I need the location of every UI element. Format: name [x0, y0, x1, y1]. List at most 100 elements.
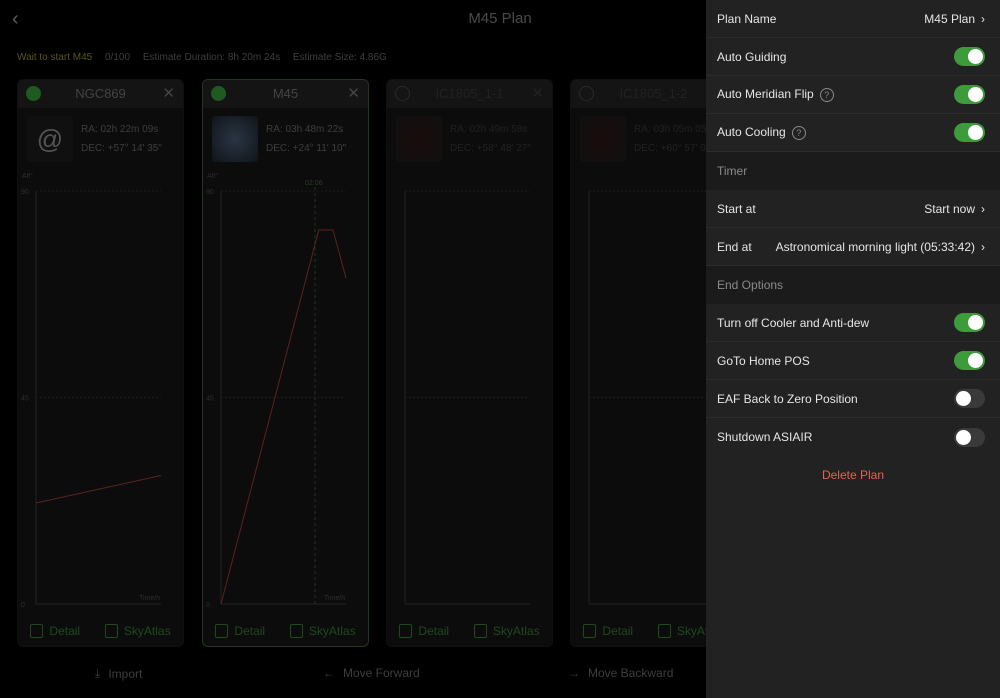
target-ra: RA: 03h 05m 05s — [634, 124, 712, 135]
auto-cooling-toggle[interactable] — [954, 123, 985, 142]
target-icon — [657, 624, 671, 638]
auto-cooling-label: Auto Cooling — [717, 125, 786, 139]
help-icon[interactable]: ? — [819, 88, 834, 102]
altitude-line — [220, 229, 347, 605]
eaf-zero-label: EAF Back to Zero Position — [717, 391, 858, 406]
auto-flip-label: Auto Meridian Flip — [717, 87, 814, 101]
detail-button[interactable]: Detail — [399, 624, 449, 638]
auto-flip-toggle[interactable] — [954, 85, 985, 104]
target-thumbnail — [580, 116, 626, 162]
target-name: IC1805_1-2 — [619, 86, 688, 101]
move-backward-button[interactable]: → Move Backward — [568, 666, 673, 680]
target-card[interactable]: NGC869 ✕ @ RA: 02h 22m 09s DEC: +57° 14′… — [17, 79, 184, 647]
x-axis-label: Time/h — [139, 595, 160, 602]
y-tick-label: 45 — [206, 396, 214, 403]
status-duration: Estimate Duration: 8h 20m 24s — [142, 52, 281, 63]
auto-cooling-row: Auto Cooling? — [706, 114, 1000, 152]
card-header: NGC869 ✕ — [18, 80, 183, 108]
checkbox-icon[interactable] — [395, 86, 410, 101]
skyatlas-label: SkyAtlas — [492, 624, 540, 638]
end-options-section: End Options — [706, 266, 1000, 304]
target-ra: RA: 02h 49m 58s — [450, 124, 528, 135]
skyatlas-button[interactable]: SkyAtlas — [289, 624, 356, 638]
detail-button[interactable]: Detail — [30, 624, 80, 638]
target-dec: DEC: +60° 57′ 0 — [634, 143, 706, 154]
cooler-off-row: Turn off Cooler and Anti-dew — [706, 304, 1000, 342]
target-icon — [104, 624, 118, 638]
detail-label: Detail — [49, 624, 81, 638]
goto-home-toggle[interactable] — [954, 351, 985, 370]
shutdown-label: Shutdown ASIAIR — [717, 430, 813, 444]
y-tick-label: 45 — [21, 396, 29, 403]
move-backward-label: Move Backward — [588, 666, 674, 680]
checkbox-icon[interactable] — [26, 86, 41, 101]
y-tick-label: 0 — [206, 602, 210, 609]
card-header: M45 ✕ — [203, 80, 368, 108]
skyatlas-label: SkyAtlas — [308, 624, 356, 638]
target-thumbnail — [396, 116, 442, 162]
target-name: NGC869 — [75, 86, 126, 101]
cooler-off-label: Turn off Cooler and Anti-dew — [717, 315, 870, 330]
y-tick-label: 90 — [206, 189, 214, 196]
eaf-zero-row: EAF Back to Zero Position — [706, 380, 1000, 418]
auto-guiding-row: Auto Guiding — [706, 38, 1000, 76]
auto-guiding-toggle[interactable] — [954, 47, 985, 66]
end-at-value: Astronomical morning light (05:33:42) — [775, 239, 975, 254]
altitude-chart: Alt°Time/h9045019:5004:1002:06 — [206, 172, 347, 609]
checkbox-icon[interactable] — [579, 86, 594, 101]
checkbox-icon[interactable] — [211, 86, 226, 101]
arrow-left-icon: ← — [323, 666, 335, 680]
start-at-row[interactable]: Start at Start now › — [706, 190, 1000, 228]
shutdown-row: Shutdown ASIAIR — [706, 418, 1000, 456]
move-forward-button[interactable]: ← Move Forward — [323, 666, 420, 680]
chevron-right-icon: › — [981, 239, 985, 254]
shutdown-toggle[interactable] — [954, 427, 985, 447]
target-thumbnail — [212, 116, 258, 162]
close-icon[interactable]: ✕ — [531, 80, 544, 108]
target-ra: RA: 02h 22m 09s — [81, 124, 159, 135]
cooler-off-toggle[interactable] — [954, 313, 985, 332]
document-icon — [215, 624, 229, 638]
end-at-row[interactable]: End at Astronomical morning light (05:33:… — [706, 228, 1000, 266]
y-tick-label: 0 — [21, 602, 25, 609]
target-icon — [289, 624, 303, 638]
target-thumbnail: @ — [27, 116, 73, 162]
goto-home-row: GoTo Home POS — [706, 342, 1000, 380]
delete-plan-button[interactable]: Delete Plan — [706, 468, 1000, 482]
card-header: IC1805_1-1 ✕ — [387, 80, 552, 108]
target-name: M45 — [272, 86, 299, 101]
detail-button[interactable]: Detail — [583, 624, 633, 638]
status-progress: 0/100 — [105, 52, 131, 63]
detail-label: Detail — [602, 624, 634, 638]
skyatlas-button[interactable]: SkyAtlas — [473, 624, 540, 638]
import-icon: ⤓ — [95, 666, 101, 680]
goto-home-label: GoTo Home POS — [717, 353, 810, 368]
skyatlas-button[interactable]: SkyAtlas — [104, 624, 171, 638]
target-dec: DEC: +58° 48′ 27″ — [450, 143, 531, 154]
close-icon[interactable]: ✕ — [162, 80, 175, 108]
detail-button[interactable]: Detail — [215, 624, 265, 638]
y-tick-label: 90 — [21, 189, 29, 196]
chevron-right-icon: › — [981, 11, 985, 26]
plan-status: Wait to start M45 0/100 Estimate Duratio… — [17, 52, 397, 63]
start-at-label: Start at — [717, 201, 756, 216]
help-icon[interactable]: ? — [791, 126, 806, 140]
move-forward-label: Move Forward — [343, 666, 420, 680]
target-card[interactable]: IC1805_1-1 ✕ RA: 02h 49m 58s DEC: +58° 4… — [386, 79, 553, 647]
altitude-chart: Alt°Time/h9045019:0019:50 — [21, 172, 162, 609]
document-icon — [30, 624, 44, 638]
skyatlas-label: SkyAtlas — [123, 624, 171, 638]
target-ra: RA: 03h 48m 22s — [266, 124, 344, 135]
import-button[interactable]: ⤓ Import — [95, 666, 142, 681]
close-icon[interactable]: ✕ — [347, 80, 360, 108]
plan-name-value: M45 Plan — [924, 11, 975, 26]
altitude-chart — [404, 190, 530, 605]
end-at-label: End at — [717, 239, 752, 254]
transit-time-label: 02:06 — [305, 180, 323, 187]
detail-label: Detail — [234, 624, 266, 638]
detail-label: Detail — [418, 624, 450, 638]
plan-name-row[interactable]: Plan Name M45 Plan › — [706, 0, 1000, 38]
target-card[interactable]: M45 ✕ RA: 03h 48m 22s DEC: +24° 11′ 10″ … — [202, 79, 369, 647]
eaf-zero-toggle[interactable] — [954, 389, 985, 408]
y-axis-label: Alt° — [22, 172, 33, 180]
